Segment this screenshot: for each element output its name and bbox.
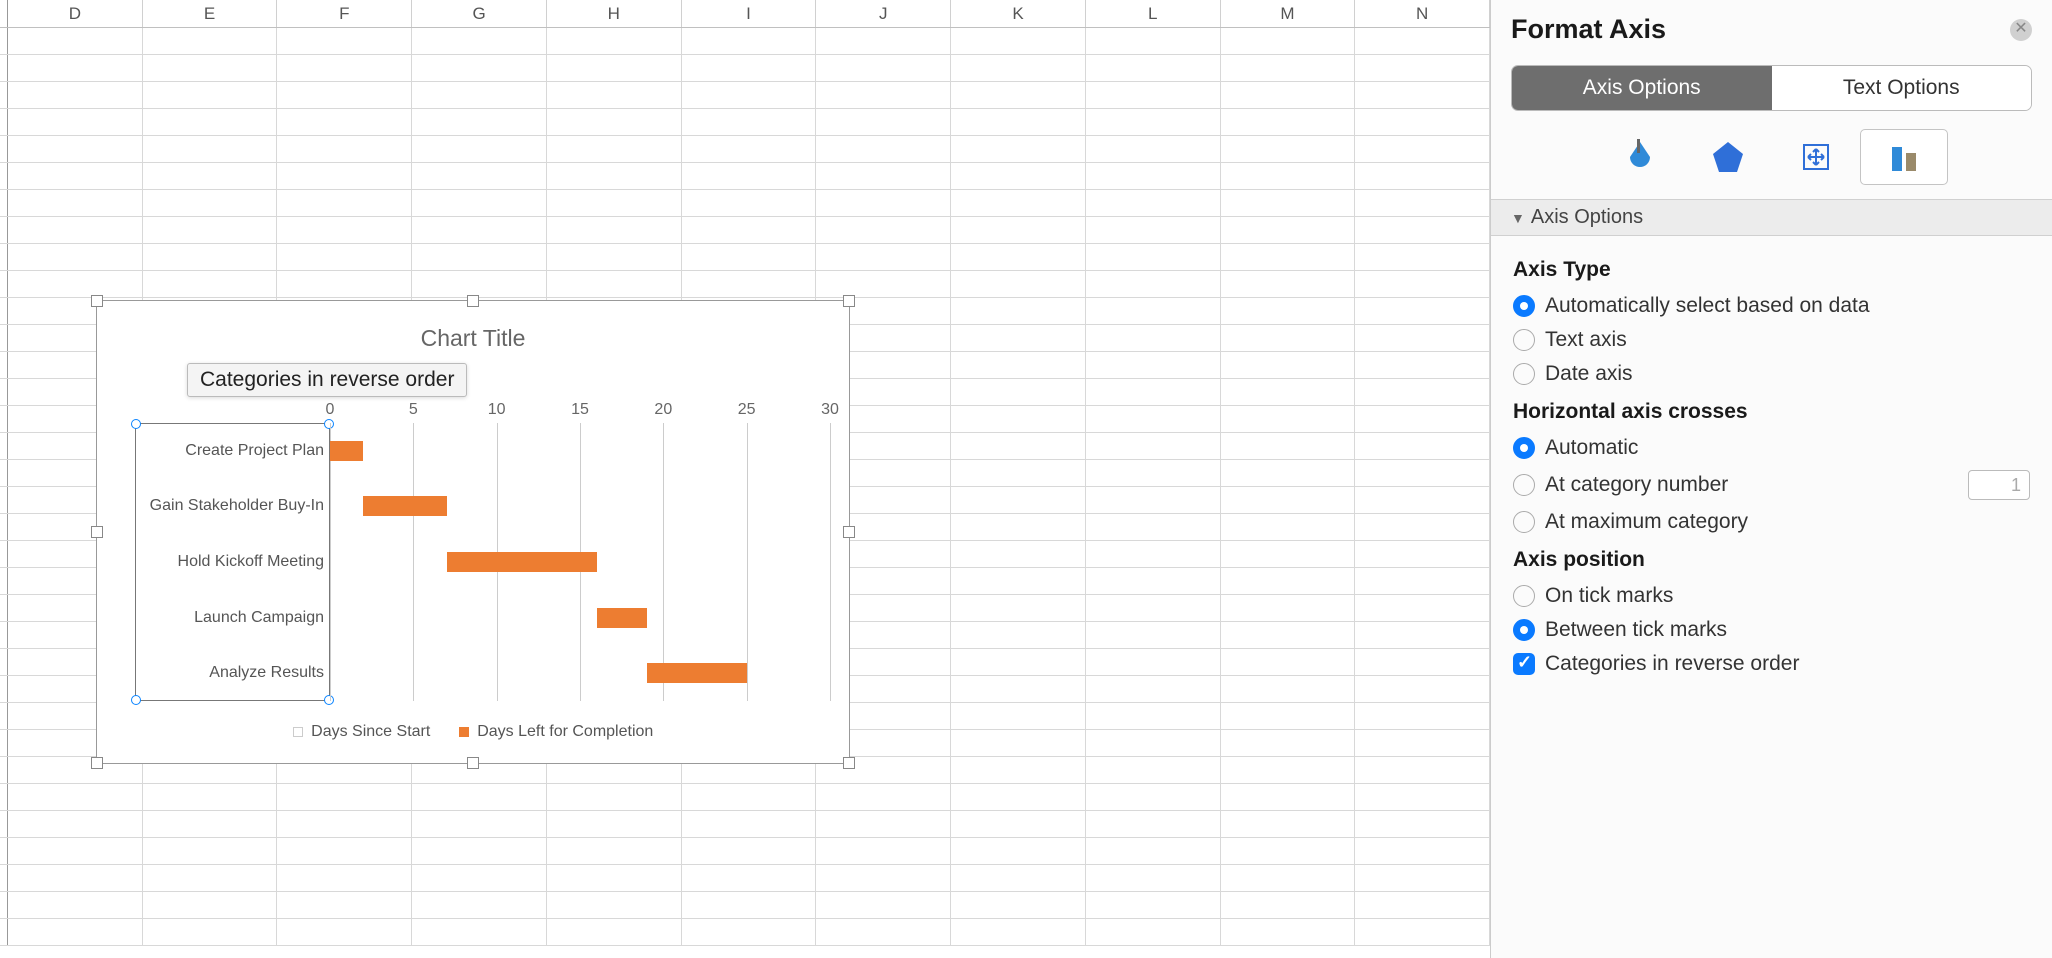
- axis-selection[interactable]: [135, 423, 330, 701]
- col-header[interactable]: K: [951, 0, 1086, 27]
- resize-handle[interactable]: [843, 295, 855, 307]
- col-header[interactable]: H: [547, 0, 682, 27]
- x-tick-label: 10: [488, 401, 506, 419]
- radio-icon: [1513, 329, 1535, 351]
- col-header[interactable]: D: [8, 0, 143, 27]
- col-header[interactable]: E: [143, 0, 278, 27]
- x-tick-label: 15: [571, 401, 589, 419]
- bar-segment[interactable]: [597, 608, 647, 628]
- x-tick-label: 20: [654, 401, 672, 419]
- radio-icon: [1513, 474, 1535, 496]
- col-header[interactable]: J: [816, 0, 951, 27]
- radio-on-tick-marks[interactable]: On tick marks: [1513, 584, 2030, 608]
- legend-item[interactable]: Days Since Start: [293, 723, 431, 741]
- radio-icon: [1513, 585, 1535, 607]
- checkbox-icon: [1513, 653, 1535, 675]
- tab-axis-options[interactable]: Axis Options: [1512, 66, 1772, 110]
- radio-crosses-at-category[interactable]: At category number: [1513, 470, 2030, 500]
- radio-icon: [1513, 619, 1535, 641]
- radio-icon: [1513, 295, 1535, 317]
- x-tick-label: 30: [821, 401, 839, 419]
- selection-handle[interactable]: [131, 419, 141, 429]
- x-tick-label: 0: [326, 401, 335, 419]
- pane-title: Format Axis: [1511, 14, 1666, 45]
- section-axis-options[interactable]: ▼ Axis Options: [1491, 199, 2052, 236]
- group-axis-position: Axis position: [1513, 548, 2030, 572]
- chart-object[interactable]: Chart Title Categories in reverse order …: [96, 300, 850, 764]
- group-horizontal-crosses: Horizontal axis crosses: [1513, 400, 2030, 424]
- section-label: Axis Options: [1531, 206, 1643, 229]
- col-header[interactable]: N: [1355, 0, 1490, 27]
- col-header[interactable]: M: [1221, 0, 1356, 27]
- col-header[interactable]: I: [682, 0, 817, 27]
- resize-handle[interactable]: [91, 295, 103, 307]
- legend-swatch: [459, 727, 469, 737]
- tooltip: Categories in reverse order: [187, 363, 467, 397]
- radio-crosses-automatic[interactable]: Automatic: [1513, 436, 2030, 460]
- spreadsheet-grid[interactable]: D E F G H I J K L M N Chart Title Catego…: [0, 0, 1490, 958]
- radio-crosses-at-max[interactable]: At maximum category: [1513, 510, 2030, 534]
- effects-icon[interactable]: [1684, 129, 1772, 185]
- chart-title[interactable]: Chart Title: [115, 325, 831, 352]
- resize-handle[interactable]: [467, 757, 479, 769]
- resize-handle[interactable]: [91, 526, 103, 538]
- axis-options-icon[interactable]: [1860, 129, 1948, 185]
- radio-icon: [1513, 363, 1535, 385]
- legend-swatch: [293, 727, 303, 737]
- disclosure-triangle-icon: ▼: [1511, 210, 1525, 226]
- at-category-number-input[interactable]: [1968, 470, 2030, 500]
- resize-handle[interactable]: [843, 757, 855, 769]
- x-tick-label: 5: [409, 401, 418, 419]
- col-header[interactable]: F: [277, 0, 412, 27]
- legend[interactable]: Days Since Start Days Left for Completio…: [115, 723, 831, 741]
- col-header[interactable]: G: [412, 0, 547, 27]
- radio-icon: [1513, 511, 1535, 533]
- fill-line-icon[interactable]: [1596, 129, 1684, 185]
- resize-handle[interactable]: [91, 757, 103, 769]
- format-axis-pane: Format Axis ✕ Axis Options Text Options …: [1490, 0, 2052, 958]
- col-header[interactable]: L: [1086, 0, 1221, 27]
- close-icon[interactable]: ✕: [2010, 19, 2032, 41]
- checkbox-categories-reverse[interactable]: Categories in reverse order: [1513, 652, 2030, 676]
- bar-segment[interactable]: [363, 496, 446, 516]
- radio-between-tick-marks[interactable]: Between tick marks: [1513, 618, 2030, 642]
- bar-segment[interactable]: [447, 552, 597, 572]
- resize-handle[interactable]: [467, 295, 479, 307]
- plot-area[interactable]: 051015202530: [330, 401, 830, 701]
- selection-handle[interactable]: [131, 695, 141, 705]
- column-headers: D E F G H I J K L M N: [0, 0, 1490, 28]
- radio-text-axis[interactable]: Text axis: [1513, 328, 2030, 352]
- options-segmented-control[interactable]: Axis Options Text Options: [1511, 65, 2032, 111]
- radio-icon: [1513, 437, 1535, 459]
- x-tick-label: 25: [738, 401, 756, 419]
- bar-segment[interactable]: [647, 663, 747, 683]
- legend-label: Days Since Start: [311, 723, 430, 740]
- radio-date-axis[interactable]: Date axis: [1513, 362, 2030, 386]
- radio-auto-select[interactable]: Automatically select based on data: [1513, 294, 2030, 318]
- size-properties-icon[interactable]: [1772, 129, 1860, 185]
- tab-text-options[interactable]: Text Options: [1772, 66, 2032, 110]
- bar-segment[interactable]: [330, 441, 363, 461]
- legend-item[interactable]: Days Left for Completion: [459, 723, 654, 741]
- resize-handle[interactable]: [843, 526, 855, 538]
- legend-label: Days Left for Completion: [477, 723, 653, 740]
- group-axis-type: Axis Type: [1513, 258, 2030, 282]
